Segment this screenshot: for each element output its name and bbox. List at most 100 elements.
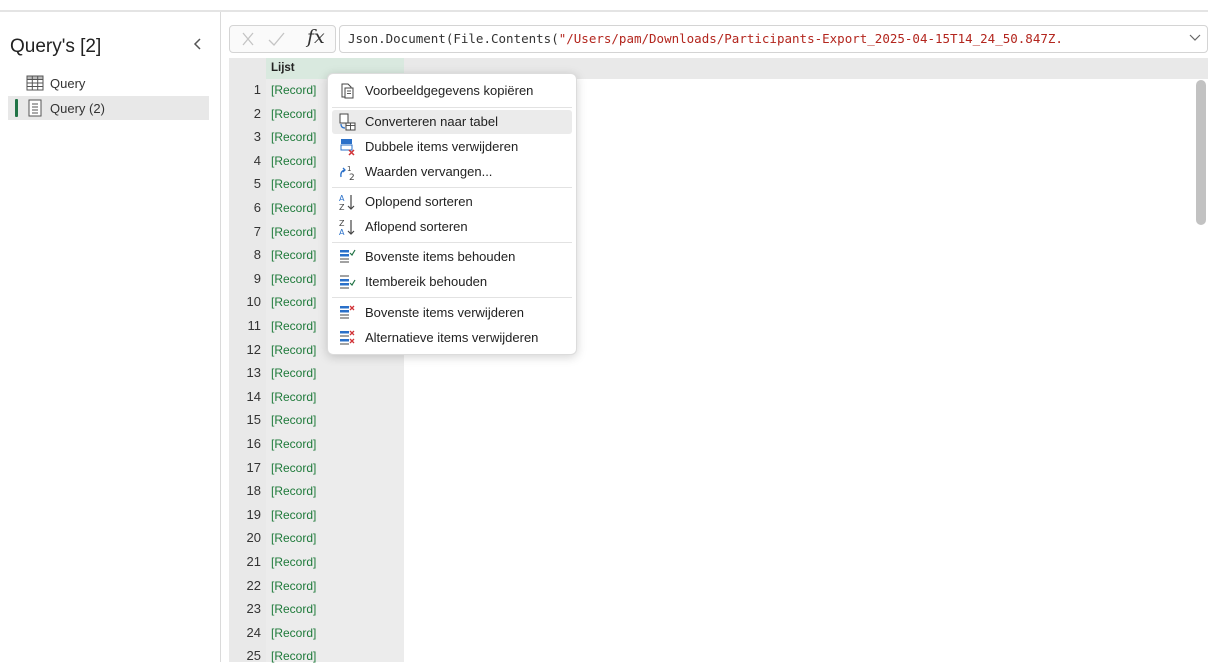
record-cell[interactable]: [Record] [271,461,316,475]
row-number: 18 [246,483,261,498]
replace-values-icon: 1 2 [338,163,356,183]
list-icon [26,99,44,117]
menu-item-label: Converteren naar tabel [365,114,498,129]
record-cell[interactable]: [Record] [271,107,316,121]
menu-item-label: Bovenste items behouden [365,249,516,264]
record-cell[interactable]: [Record] [271,484,316,498]
record-cell[interactable]: [Record] [271,579,316,593]
row-number-column: 1 2 3 4 5 6 7 8 9 10 11 12 13 14 15 16 17 18 19 20 21 22 23 24 2… [229,79,266,663]
svg-text:2: 2 [349,173,355,181]
row-number: 7 [253,224,261,239]
row-number: 17 [246,460,261,475]
record-cell[interactable]: [Record] [271,390,316,404]
record-cell[interactable]: [Record] [271,248,316,262]
menu-item-copy-sample-data[interactable]: Voorbeeldgegevens kopiëren [332,79,572,103]
expand-formula-button[interactable] [1188,31,1202,45]
sort-ascending-icon: A Z [338,193,356,212]
chevron-down-icon [1189,34,1201,41]
record-cell[interactable]: [Record] [271,319,316,333]
menu-item-replace-values[interactable]: 1 2 Waarden vervangen... [332,160,572,184]
row-number: 20 [246,530,261,545]
cancel-formula-button[interactable] [238,30,258,48]
record-cell[interactable]: [Record] [271,295,316,309]
menu-separator [332,107,572,108]
copy-sample-icon [338,82,356,100]
row-number: 19 [246,507,261,522]
menu-item-label: Itembereik behouden [365,274,488,289]
query-label: Query (2) [50,101,105,116]
record-cell[interactable]: [Record] [271,531,316,545]
query-list-item[interactable]: Query [8,71,209,95]
formula-controls: fx [229,25,336,53]
svg-text:A: A [339,228,345,236]
formula-input[interactable]: Json.Document(File.Contents("/Users/pam/… [339,25,1208,53]
record-cell[interactable]: [Record] [271,555,316,569]
remove-duplicates-icon [338,138,356,156]
record-cell[interactable]: [Record] [271,366,316,380]
row-number: 22 [246,578,261,593]
menu-item-remove-top-items[interactable]: Bovenste items verwijderen [332,301,572,325]
convert-to-table-icon [338,113,356,131]
selected-indicator [15,99,18,117]
keep-range-icon [338,273,356,291]
formula-bar: fx Json.Document(File.Contents("/Users/p… [229,25,1208,53]
menu-item-label: Dubbele items verwijderen [365,139,519,154]
row-number: 21 [246,554,261,569]
record-cell[interactable]: [Record] [271,602,316,616]
context-menu: Voorbeeldgegevens kopiëren Converteren n… [327,73,577,355]
menu-item-convert-to-table[interactable]: Converteren naar tabel [332,110,572,134]
row-number: 16 [246,436,261,451]
row-number: 8 [253,247,261,262]
record-cell[interactable]: [Record] [271,343,316,357]
row-number: 13 [246,365,261,380]
svg-text:Z: Z [339,219,345,228]
menu-item-sort-ascending[interactable]: A Z Oplopend sorteren [332,190,572,214]
menu-separator [332,187,572,188]
record-cell[interactable]: [Record] [271,508,316,522]
menu-item-sort-descending[interactable]: Z A Aflopend sorteren [332,215,572,239]
row-number: 1 [253,82,261,97]
record-cell[interactable]: [Record] [271,154,316,168]
menu-item-label: Aflopend sorteren [365,219,468,234]
row-number: 24 [246,625,261,640]
queries-pane-title: Query's [2] [10,36,102,57]
menu-item-keep-range[interactable]: Itembereik behouden [332,270,572,294]
menu-item-label: Voorbeeldgegevens kopiëren [365,83,534,98]
record-cell[interactable]: [Record] [271,626,316,640]
row-number: 9 [253,271,261,286]
record-cell[interactable]: [Record] [271,272,316,286]
menu-item-keep-top-items[interactable]: Bovenste items behouden [332,245,572,269]
column-header-label: Lijst [271,62,295,74]
row-number: 2 [253,106,261,121]
svg-text:A: A [339,194,345,203]
record-cell[interactable]: [Record] [271,225,316,239]
menu-item-remove-alternate-items[interactable]: Alternatieve items verwijderen [332,326,572,350]
menu-item-label: Waarden vervangen... [365,164,493,179]
menu-item-label: Oplopend sorteren [365,194,473,209]
commit-formula-button[interactable] [266,30,286,48]
row-number: 11 [247,318,262,333]
record-cell[interactable]: [Record] [271,177,316,191]
formula-text: Json.Document(File.Contents("/Users/pam/… [348,31,1063,46]
sort-descending-icon: Z A [338,218,356,237]
record-cell[interactable]: [Record] [271,130,316,144]
pane-divider[interactable] [220,12,221,662]
record-cell[interactable]: [Record] [271,413,316,427]
vertical-scrollbar[interactable] [1196,80,1206,225]
menu-item-label: Bovenste items verwijderen [365,305,524,320]
collapse-pane-button[interactable] [190,34,206,54]
formula-function-part: Json.Document(File.Contents( [348,31,559,46]
row-number: 10 [246,294,261,309]
record-cell[interactable]: [Record] [271,649,316,663]
table-icon [26,74,44,92]
insert-function-button[interactable]: fx [307,26,325,48]
menu-item-remove-duplicates[interactable]: Dubbele items verwijderen [332,135,572,159]
query-list-item-selected[interactable]: Query (2) [8,96,209,120]
row-number: 4 [253,153,261,168]
row-number: 14 [246,389,261,404]
record-cell[interactable]: [Record] [271,83,316,97]
record-cell[interactable]: [Record] [271,437,316,451]
record-cell[interactable]: [Record] [271,201,316,215]
chevron-left-icon [193,38,201,50]
query-label: Query [50,76,86,91]
